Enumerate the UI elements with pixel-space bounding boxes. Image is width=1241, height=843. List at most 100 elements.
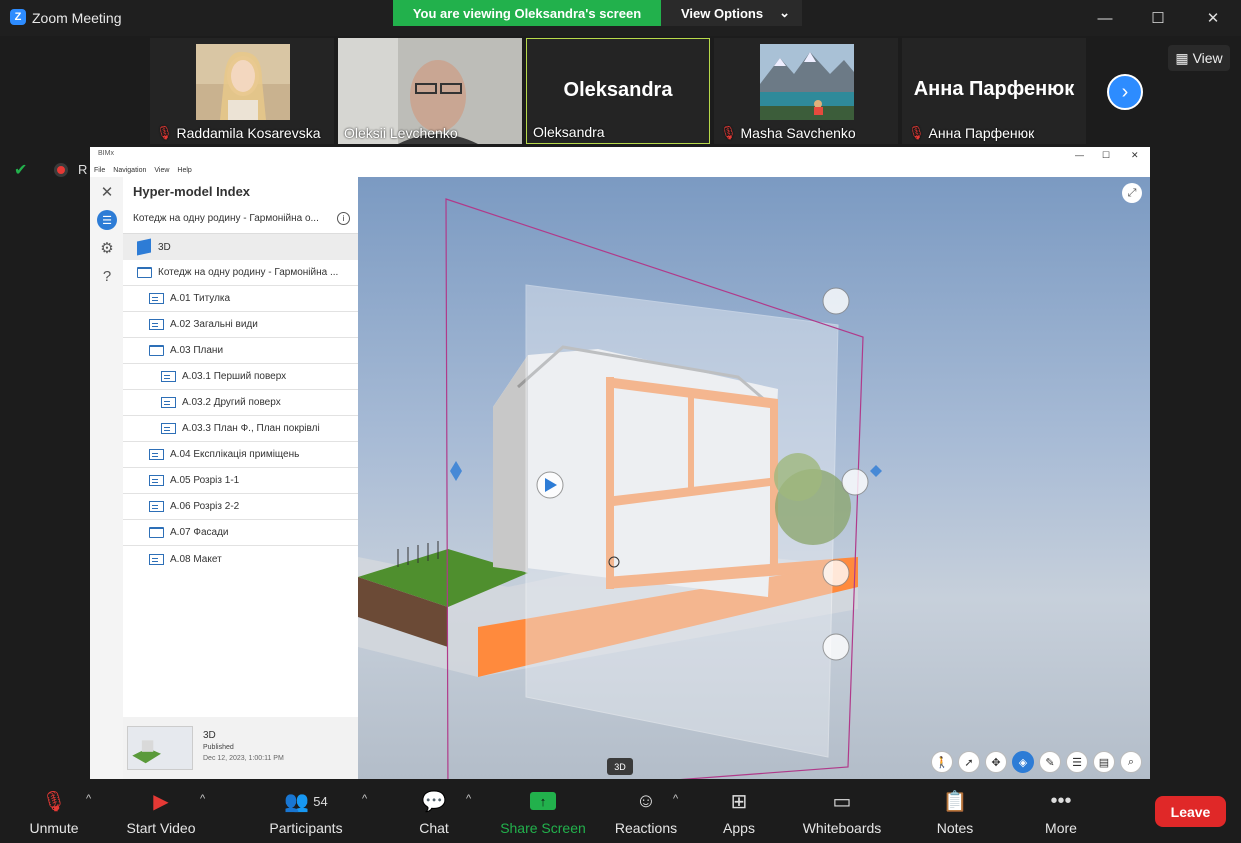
share-screen-icon: ↑ — [530, 788, 556, 814]
participant-big-name: Анна Парфенюк — [913, 78, 1075, 100]
index-item-sheet[interactable]: A.05 Розріз 1-1 — [123, 468, 358, 494]
whiteboards-button[interactable]: ▭ Whiteboards — [798, 781, 886, 843]
view-options-button[interactable]: View Options ⌄ — [661, 0, 802, 26]
folder-icon — [149, 527, 164, 538]
index-list-icon[interactable]: ☰ — [97, 210, 117, 230]
chat-button[interactable]: 💬 Chat — [412, 781, 456, 843]
3d-viewport[interactable]: ⤢ 3D 🚶 ➚ ✥ ◈ ✎ ☰ ▤ ⌕ — [358, 177, 1150, 779]
index-item-sheet[interactable]: A.04 Експлікація приміщень — [123, 442, 358, 468]
section-box-icon[interactable]: ◈ — [1012, 751, 1034, 773]
help-icon[interactable]: ? — [97, 266, 117, 286]
notes-icon: 📋 — [942, 790, 968, 813]
chevron-right-icon: › — [1121, 80, 1129, 103]
bimx-close-icon[interactable]: ✕ — [1131, 150, 1139, 161]
chevron-up-icon[interactable]: ^ — [200, 793, 205, 805]
more-button[interactable]: ••• More — [1038, 781, 1084, 843]
video-off-icon: ▶ — [153, 790, 169, 813]
index-item-sheet[interactable]: A.03.2 Другий поверх — [123, 390, 358, 416]
fullscreen-expand-icon[interactable]: ⤢ — [1122, 183, 1142, 203]
participant-tile[interactable]: Анна Парфенюк 🎙 Анна Парфенюк — [902, 38, 1086, 144]
index-item-3d[interactable]: 3D — [123, 234, 358, 260]
participant-tile[interactable]: Oleksii Levchenko — [338, 38, 522, 144]
mic-muted-icon: 🎙 — [720, 125, 737, 140]
cube-3d-icon — [137, 238, 151, 256]
maximize-icon[interactable]: ☐ — [1146, 6, 1170, 30]
window-title: Zoom Meeting — [32, 10, 122, 26]
folder-icon — [137, 267, 152, 278]
menu-navigation[interactable]: Navigation — [113, 167, 146, 174]
hyper-model-index-panel: Hyper-model Index Котедж на одну родину … — [123, 177, 358, 779]
shield-check-icon[interactable]: ✔ — [14, 160, 34, 180]
index-item-sheet[interactable]: A.01 Титулка — [123, 286, 358, 312]
recording-icon[interactable] — [54, 163, 68, 177]
chevron-up-icon[interactable]: ^ — [673, 793, 678, 805]
index-item-sheet[interactable]: A.06 Розріз 2-2 — [123, 494, 358, 520]
zoom-logo-icon: Z — [10, 9, 26, 25]
menu-help[interactable]: Help — [177, 167, 191, 174]
bimx-minimize-icon[interactable]: — — [1075, 150, 1084, 160]
chevron-up-icon[interactable]: ^ — [466, 793, 471, 805]
start-video-button[interactable]: ▶ Start Video — [118, 781, 204, 843]
unmute-button[interactable]: 🎙 Unmute — [18, 781, 90, 843]
participant-tile[interactable]: 🎙 Masha Savchenko — [714, 38, 898, 144]
layout-sheet-icon — [149, 293, 164, 304]
leave-button[interactable]: Leave — [1155, 796, 1226, 827]
view-button[interactable]: ▦ View — [1168, 45, 1230, 71]
next-page-button[interactable]: › — [1107, 74, 1143, 110]
participant-name: Oleksandra — [533, 124, 605, 140]
settings-gear-icon[interactable]: ⚙ — [97, 238, 117, 258]
notes-button[interactable]: 📋 Notes — [932, 781, 978, 843]
index-item-sheet[interactable]: A.03.3 План Ф., План покрівлі — [123, 416, 358, 442]
footer-status: Published — [203, 744, 234, 751]
info-icon[interactable]: i — [337, 212, 350, 225]
whiteboard-icon: ▭ — [832, 790, 852, 813]
index-item-sheet[interactable]: A.03.1 Перший поверх — [123, 364, 358, 390]
chevron-up-icon[interactable]: ^ — [86, 793, 91, 805]
index-item-sheet[interactable]: A.08 Макет — [123, 546, 358, 572]
apps-button[interactable]: ⊞ Apps — [718, 781, 760, 843]
filters-sliders-icon[interactable]: ☰ — [1066, 751, 1088, 773]
participant-name: Oleksii Levchenko — [344, 125, 458, 141]
participant-tile-active[interactable]: Oleksandra Oleksandra — [526, 38, 710, 144]
mic-muted-icon: 🎙 — [156, 125, 173, 140]
project-dropdown-value: Котедж на одну родину - Гармонійна о... — [133, 213, 319, 224]
sheet-view-icon[interactable]: ▤ — [1093, 751, 1115, 773]
chevron-down-icon: ⌄ — [779, 5, 791, 20]
reactions-button[interactable]: ☺ Reactions — [612, 781, 680, 843]
bimx-title-bar: BIMx — ☐ ✕ — [90, 147, 1150, 163]
chevron-up-icon[interactable]: ^ — [362, 793, 367, 805]
menu-view[interactable]: View — [154, 167, 169, 174]
bimx-menu-bar: File Navigation View Help — [94, 167, 192, 174]
bimx-maximize-icon[interactable]: ☐ — [1102, 150, 1110, 161]
index-item-folder[interactable]: Котедж на одну родину - Гармонійна ... — [123, 260, 358, 286]
index-item-folder[interactable]: A.03 Плани — [123, 338, 358, 364]
index-item-sheet[interactable]: A.02 Загальні види — [123, 312, 358, 338]
select-pointer-icon[interactable]: ➚ — [958, 751, 980, 773]
search-zoom-icon[interactable]: ⌕ — [1120, 751, 1142, 773]
orbit-icon[interactable]: ✥ — [985, 751, 1007, 773]
model-info-footer: 3D Published Dec 12, 2023, 1:00:11 PM — [123, 717, 358, 779]
close-panel-icon[interactable]: ✕ — [97, 182, 117, 202]
participants-button[interactable]: 👥 54 Participants — [262, 781, 350, 843]
project-dropdown[interactable]: Котедж на одну родину - Гармонійна о... … — [123, 204, 358, 234]
measure-ruler-icon[interactable]: ✎ — [1039, 751, 1061, 773]
footer-date: Dec 12, 2023, 1:00:11 PM — [203, 755, 284, 762]
participant-strip: 🎙 Raddamila Kosarevska Oleksii Levchenko … — [150, 38, 1086, 144]
shared-screen-bimx[interactable]: BIMx — ☐ ✕ File Navigation View Help ✕ ☰… — [90, 147, 1150, 779]
menu-file[interactable]: File — [94, 167, 105, 174]
participant-tile[interactable]: 🎙 Raddamila Kosarevska — [150, 38, 334, 144]
layout-sheet-icon — [161, 423, 176, 434]
share-screen-button[interactable]: ↑ Share Screen — [498, 781, 588, 843]
title-bar: Z Zoom Meeting You are viewing Oleksandr… — [0, 0, 1241, 36]
meeting-controls-bar: 🎙 Unmute ^ ▶ Start Video ^ 👥 54 Participa… — [0, 781, 1241, 843]
layout-sheet-icon — [149, 475, 164, 486]
participants-icon: 👥 54 — [284, 790, 328, 813]
recording-label: R — [78, 162, 88, 177]
index-item-folder[interactable]: A.07 Фасади — [123, 520, 358, 546]
more-dots-icon: ••• — [1050, 789, 1072, 812]
minimize-icon[interactable]: — — [1093, 6, 1117, 30]
close-icon[interactable]: ✕ — [1201, 6, 1225, 30]
viewport-3d-tag: 3D — [607, 758, 633, 775]
grid-icon: ▦ — [1175, 49, 1189, 66]
walk-mode-icon[interactable]: 🚶 — [931, 751, 953, 773]
